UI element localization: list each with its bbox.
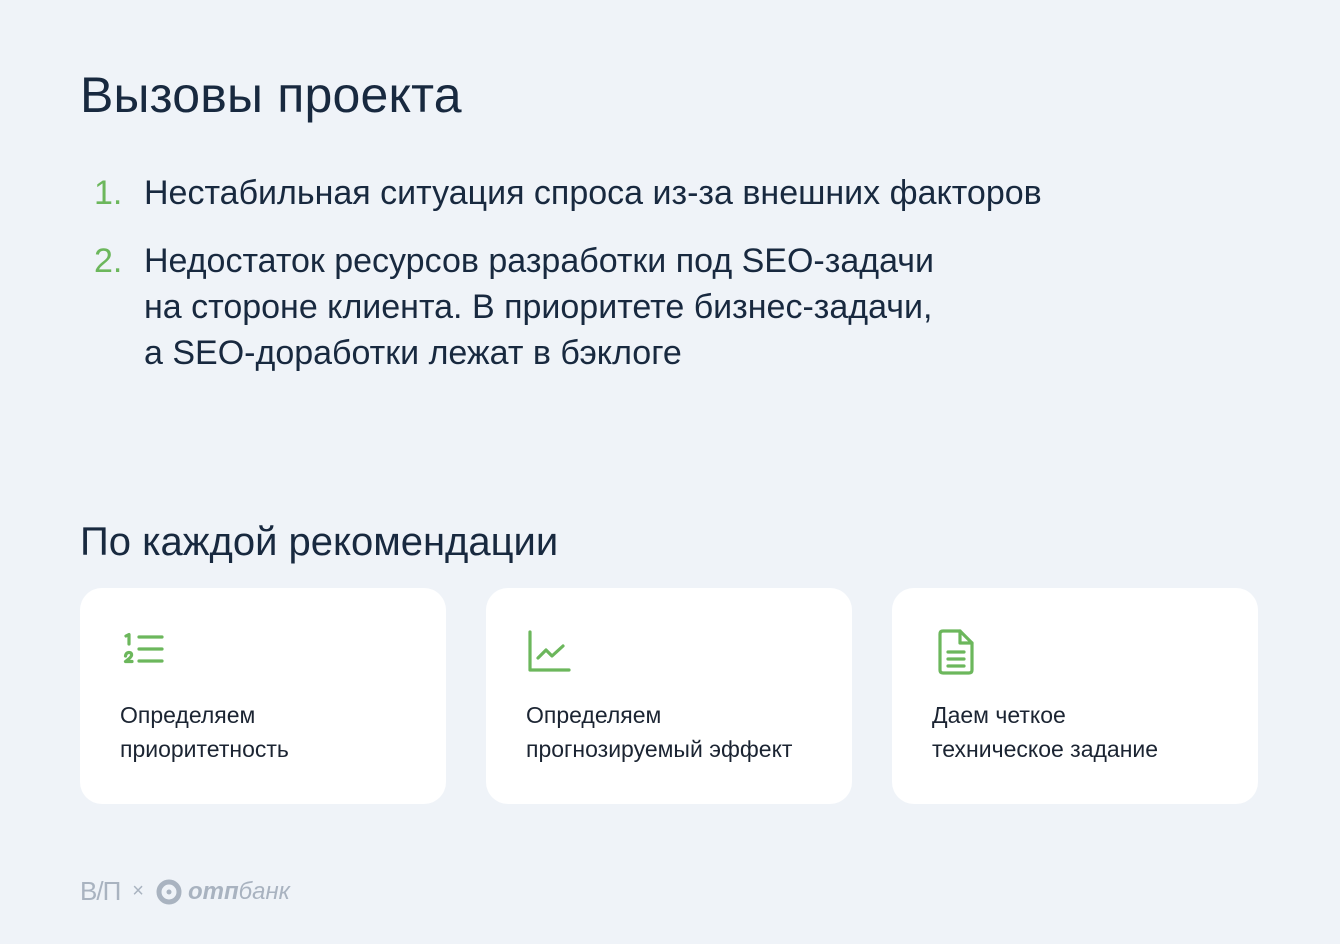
- page-title: Вызовы проекта: [80, 67, 462, 123]
- otp-logo: отпбанк: [156, 878, 290, 906]
- challenge-text: Нестабильная ситуация спроса из-за внешн…: [144, 174, 1042, 212]
- card-text: Определяем приоритетность: [120, 702, 289, 762]
- numbered-list-icon: [123, 632, 164, 664]
- card-text: Определяем прогнозируемый эффект: [526, 702, 793, 762]
- document-icon: [938, 629, 974, 675]
- challenges-list: 1. Нестабильная ситуация спроса из-за вн…: [80, 170, 1180, 398]
- challenge-item: 2. Недостаток ресурсов разработки под SE…: [80, 238, 1180, 376]
- recommendation-card-priority: Определяем приоритетность: [80, 588, 446, 804]
- separator: ×: [132, 880, 144, 902]
- challenge-text: Недостаток ресурсов разработки под SEO-з…: [144, 242, 934, 280]
- card-text: Даем четкое техническое задание: [932, 702, 1159, 762]
- recommendation-cards: Определяем приоритетность Определяем про…: [80, 588, 1258, 804]
- section-subtitle: По каждой рекомендации: [80, 520, 559, 564]
- line-chart-icon: [528, 630, 571, 672]
- vp-logo: В/П: [80, 876, 121, 906]
- challenge-number: 1.: [94, 174, 123, 212]
- challenge-number: 2.: [94, 242, 123, 280]
- otp-logo-icon: [156, 879, 182, 904]
- footer-logos: В/П × отпбанк: [80, 876, 290, 907]
- challenge-item: 1. Нестабильная ситуация спроса из-за вн…: [80, 170, 1180, 216]
- challenge-text: на стороне клиента. В приоритете бизнес-…: [144, 288, 933, 326]
- challenge-text: а SEO-доработки лежат в бэклоге: [144, 334, 682, 372]
- recommendation-card-spec: Даем четкое техническое задание: [892, 588, 1258, 804]
- recommendation-card-effect: Определяем прогнозируемый эффект: [486, 588, 852, 804]
